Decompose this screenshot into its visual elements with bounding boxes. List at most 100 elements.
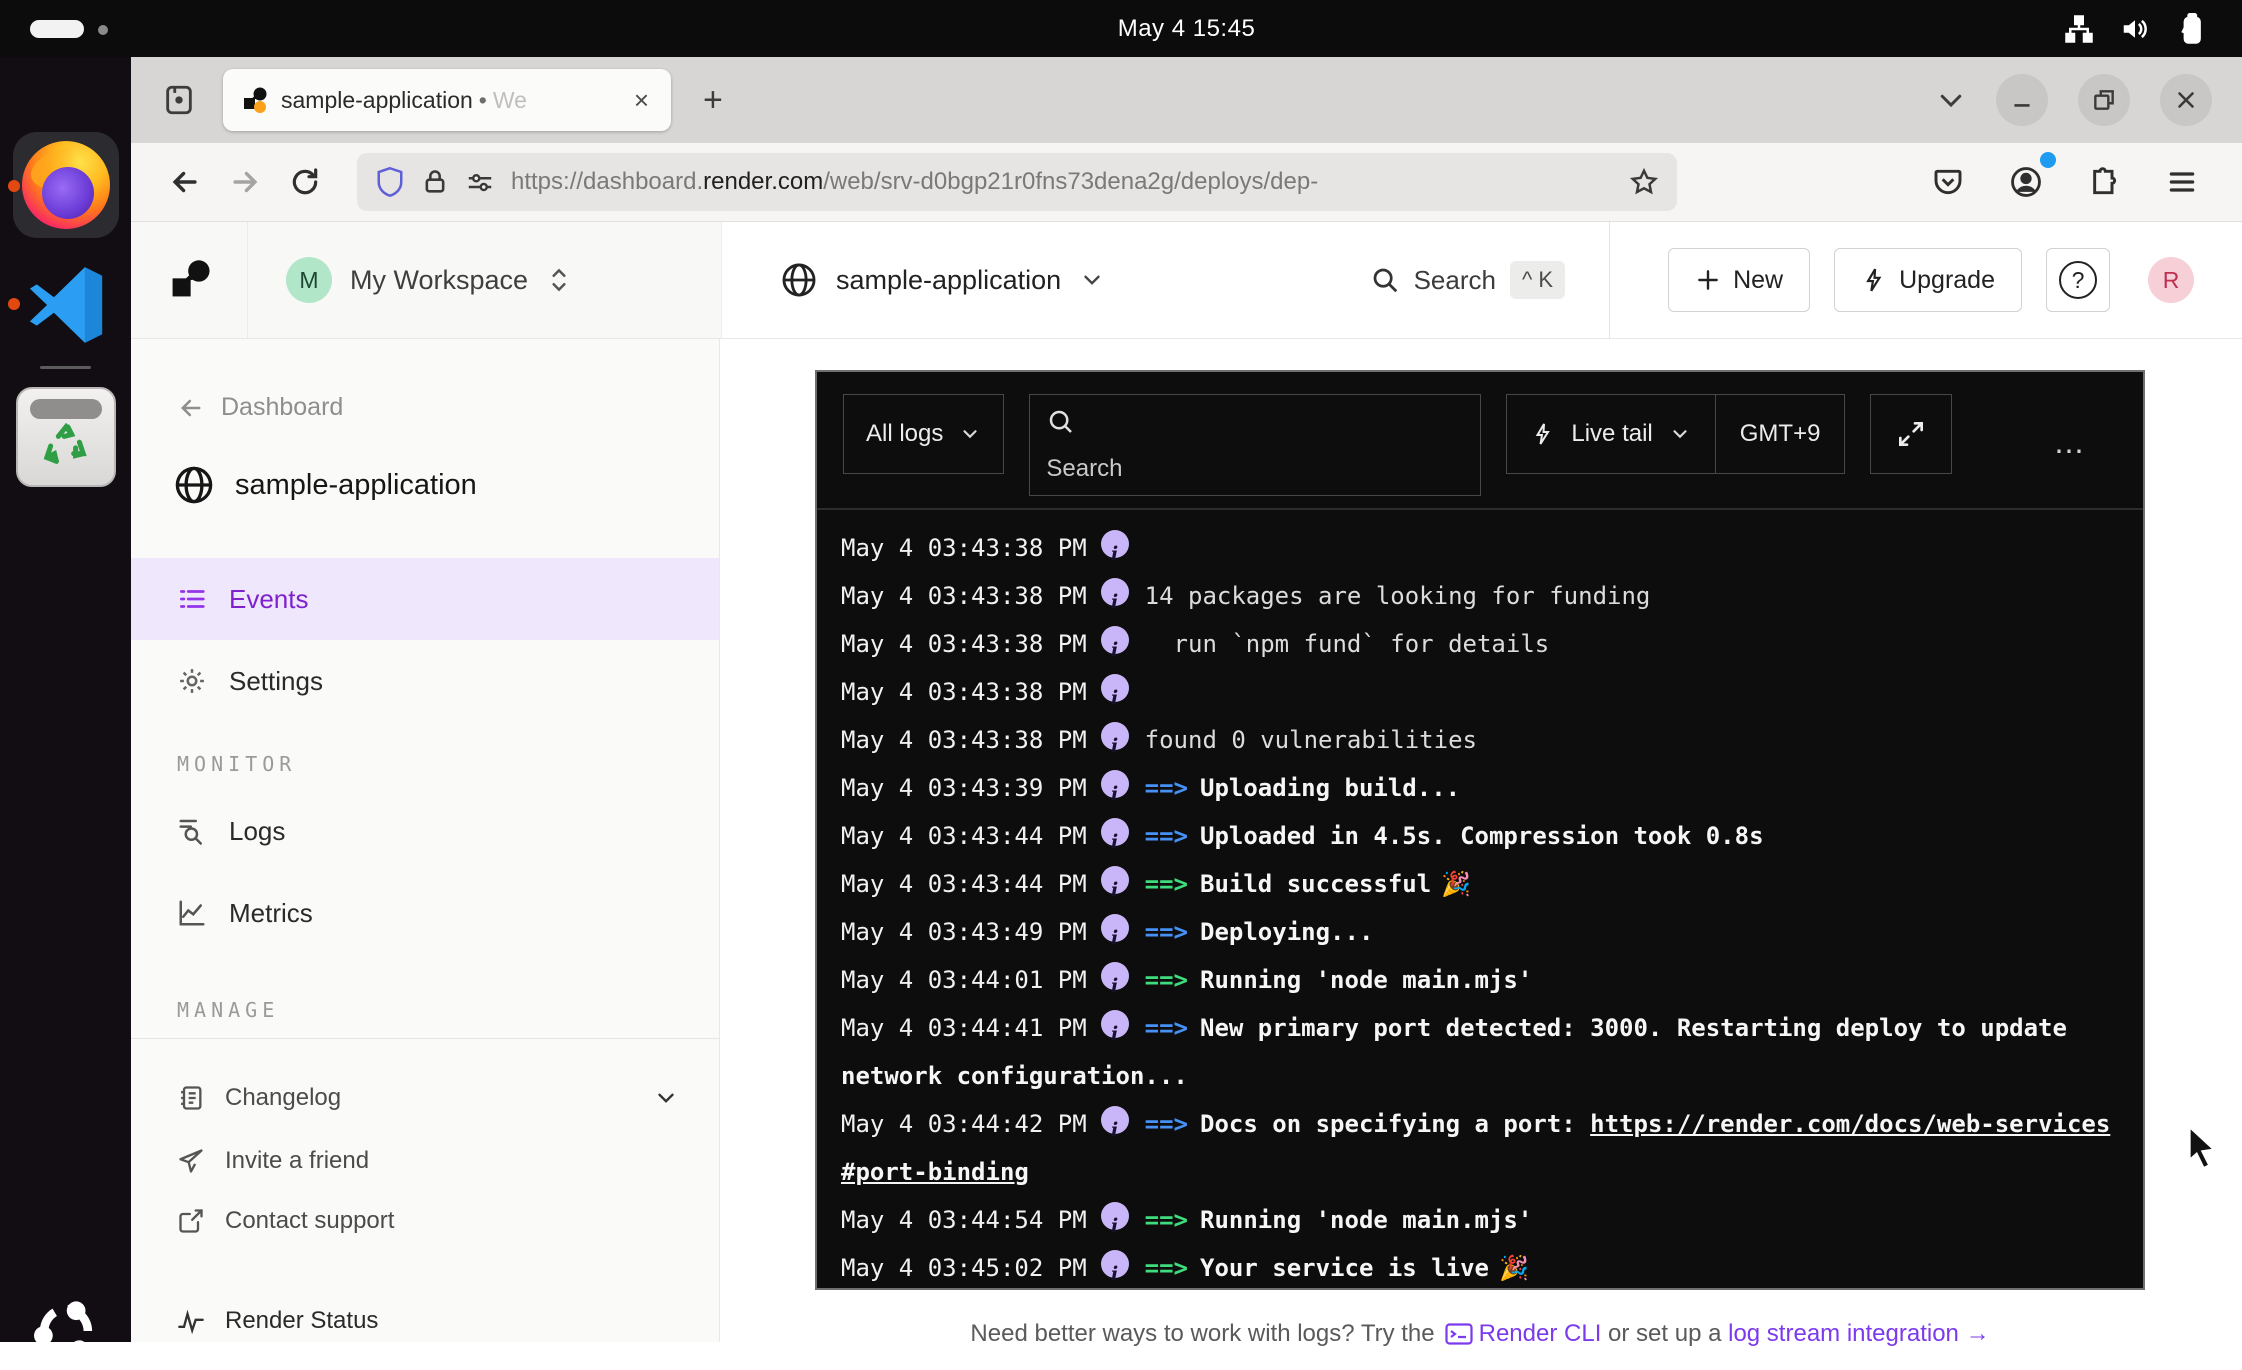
dock-vscode-icon[interactable] xyxy=(0,262,131,348)
new-button[interactable]: New xyxy=(1668,248,1810,312)
dock-app-grid-ubuntu-icon[interactable] xyxy=(0,1292,131,1370)
dock-firefox-icon[interactable] xyxy=(0,132,131,238)
service-name: sample-application xyxy=(836,265,1061,296)
dock-divider xyxy=(40,366,91,369)
info-icon: i xyxy=(1101,1010,1129,1038)
info-icon: i xyxy=(1101,818,1129,846)
sidebar: Dashboard sample-application Events xyxy=(131,339,720,1342)
upgrade-button[interactable]: Upgrade xyxy=(1834,248,2022,312)
log-entry: May 4 03:43:38 PMi xyxy=(841,524,2119,572)
log-search-input[interactable]: Search xyxy=(1029,394,1481,496)
network-icon[interactable] xyxy=(2064,14,2094,44)
window-close-button[interactable] xyxy=(2160,74,2212,126)
log-entry: May 4 03:43:39 PMi==>Uploading build... xyxy=(841,764,2119,812)
sidebar-item-changelog[interactable]: Changelog xyxy=(131,1065,719,1131)
log-timestamp: May 4 03:44:42 PM xyxy=(841,1110,1087,1138)
back-arrow-icon xyxy=(177,394,205,422)
log-entry: May 4 03:44:54 PMi==>Running 'node main.… xyxy=(841,1196,2119,1244)
sidebar-item-render-status[interactable]: Render Status xyxy=(131,1291,719,1351)
new-tab-button[interactable]: + xyxy=(703,81,723,120)
search-icon xyxy=(1046,407,1076,437)
firefox-running-dot xyxy=(8,180,20,192)
sidebar-divider xyxy=(131,1038,719,1039)
timezone-button[interactable]: GMT+9 xyxy=(1716,395,1845,473)
log-timestamp: May 4 03:43:39 PM xyxy=(841,774,1087,802)
workspace-name: My Workspace xyxy=(350,265,528,296)
changelog-chevron-down-icon xyxy=(653,1085,679,1111)
info-icon: i xyxy=(1101,1250,1129,1278)
sidebar-item-contact-support[interactable]: Contact support xyxy=(131,1191,719,1251)
volume-icon[interactable] xyxy=(2120,14,2150,44)
lightning-icon xyxy=(1531,421,1555,447)
info-icon: i xyxy=(1101,1202,1129,1230)
dock-trash-icon[interactable] xyxy=(0,387,131,487)
app-header: M My Workspace sample-application S xyxy=(131,222,2242,339)
tab-sample-application[interactable]: sample-application•We × xyxy=(223,69,671,131)
app-dock xyxy=(0,57,131,1342)
sidebar-item-events[interactable]: Events xyxy=(131,558,719,640)
tracking-protection-shield-icon[interactable] xyxy=(375,165,405,199)
reload-icon[interactable] xyxy=(279,156,331,208)
log-panel: All logs Search Live tai xyxy=(815,370,2145,1290)
tab-close-icon[interactable]: × xyxy=(628,83,655,118)
log-timestamp: May 4 03:43:44 PM xyxy=(841,822,1087,850)
window-maximize-button[interactable] xyxy=(2078,74,2130,126)
sidebar-item-invite-a-friend[interactable]: Invite a friend xyxy=(131,1131,719,1191)
menu-hamburger-icon[interactable] xyxy=(2156,156,2208,208)
search-shortcut: ^ K xyxy=(1510,261,1565,299)
service-chevron-down-icon xyxy=(1079,267,1105,293)
workspace-dot-indicator[interactable] xyxy=(98,25,108,35)
expand-logs-button[interactable] xyxy=(1870,394,1952,474)
global-search-button[interactable]: Search ^ K xyxy=(1370,261,1610,299)
help-button[interactable]: ? xyxy=(2046,248,2110,312)
log-entry: May 4 03:43:44 PMi==>Build successful🎉 xyxy=(841,860,2119,908)
external-link-icon xyxy=(177,1207,205,1235)
sidebar-item-metrics[interactable]: Metrics xyxy=(131,872,719,954)
render-logo[interactable] xyxy=(131,222,248,338)
sidebar-item-settings[interactable]: Settings xyxy=(131,640,719,722)
gear-icon xyxy=(177,666,207,696)
live-tail-dropdown[interactable]: Live tail xyxy=(1507,395,1714,473)
log-filter-dropdown[interactable]: All logs xyxy=(843,394,1004,474)
log-timestamp: May 4 03:43:38 PM xyxy=(841,726,1087,754)
permissions-icon[interactable] xyxy=(465,167,495,197)
pocket-icon[interactable] xyxy=(1922,156,1974,208)
globe-icon xyxy=(780,261,818,299)
user-avatar[interactable]: R xyxy=(2148,257,2194,303)
firefox-view-icon[interactable] xyxy=(153,74,205,126)
list-all-tabs-chevron-icon[interactable] xyxy=(1936,85,1966,115)
lock-icon[interactable] xyxy=(421,167,449,197)
log-entry: May 4 03:43:44 PMi==>Uploaded in 4.5s. C… xyxy=(841,812,2119,860)
bookmark-star-icon[interactable] xyxy=(1629,167,1659,197)
party-emoji: 🎉 xyxy=(1499,1254,1529,1282)
window-minimize-button[interactable] xyxy=(1996,74,2048,126)
log-entry: May 4 03:43:38 PMifound 0 vulnerabilitie… xyxy=(841,716,2119,764)
account-notification-dot xyxy=(2040,152,2056,168)
forward-icon[interactable] xyxy=(219,156,271,208)
live-tail-control: Live tail GMT+9 xyxy=(1506,394,1845,474)
service-switcher[interactable]: sample-application xyxy=(722,222,1105,338)
log-timestamp: May 4 03:43:38 PM xyxy=(841,534,1087,562)
log-message: Running 'node main.mjs' xyxy=(1200,1206,1532,1234)
log-message: Deploying... xyxy=(1200,918,1373,946)
workspace-avatar: M xyxy=(286,257,332,303)
battery-icon[interactable] xyxy=(2176,13,2206,45)
render-cli-link[interactable]: Render CLI xyxy=(1479,1320,1602,1347)
info-icon: i xyxy=(1101,1106,1129,1134)
sidebar-back-to-dashboard[interactable]: Dashboard xyxy=(131,393,719,422)
url-bar[interactable]: https://dashboard.render.com/web/srv-d0b… xyxy=(357,153,1677,211)
mouse-cursor xyxy=(2180,1122,2224,1174)
extensions-puzzle-icon[interactable] xyxy=(2078,156,2130,208)
log-more-menu[interactable]: ⋯ xyxy=(2054,434,2087,469)
back-icon[interactable] xyxy=(159,156,211,208)
workspace-pill-indicator[interactable] xyxy=(30,20,84,38)
info-icon: i xyxy=(1101,962,1129,990)
sidebar-item-logs[interactable]: Logs xyxy=(131,790,719,872)
account-icon[interactable] xyxy=(2000,156,2052,208)
log-stream-integration-link[interactable]: log stream integration → xyxy=(1728,1320,1989,1347)
info-icon: i xyxy=(1101,722,1129,750)
log-timestamp: May 4 03:44:41 PM xyxy=(841,1014,1087,1042)
system-clock[interactable]: May 4 15:45 xyxy=(131,0,2242,57)
changelog-notebook-icon xyxy=(177,1084,205,1112)
workspace-switcher[interactable]: M My Workspace xyxy=(248,222,722,338)
